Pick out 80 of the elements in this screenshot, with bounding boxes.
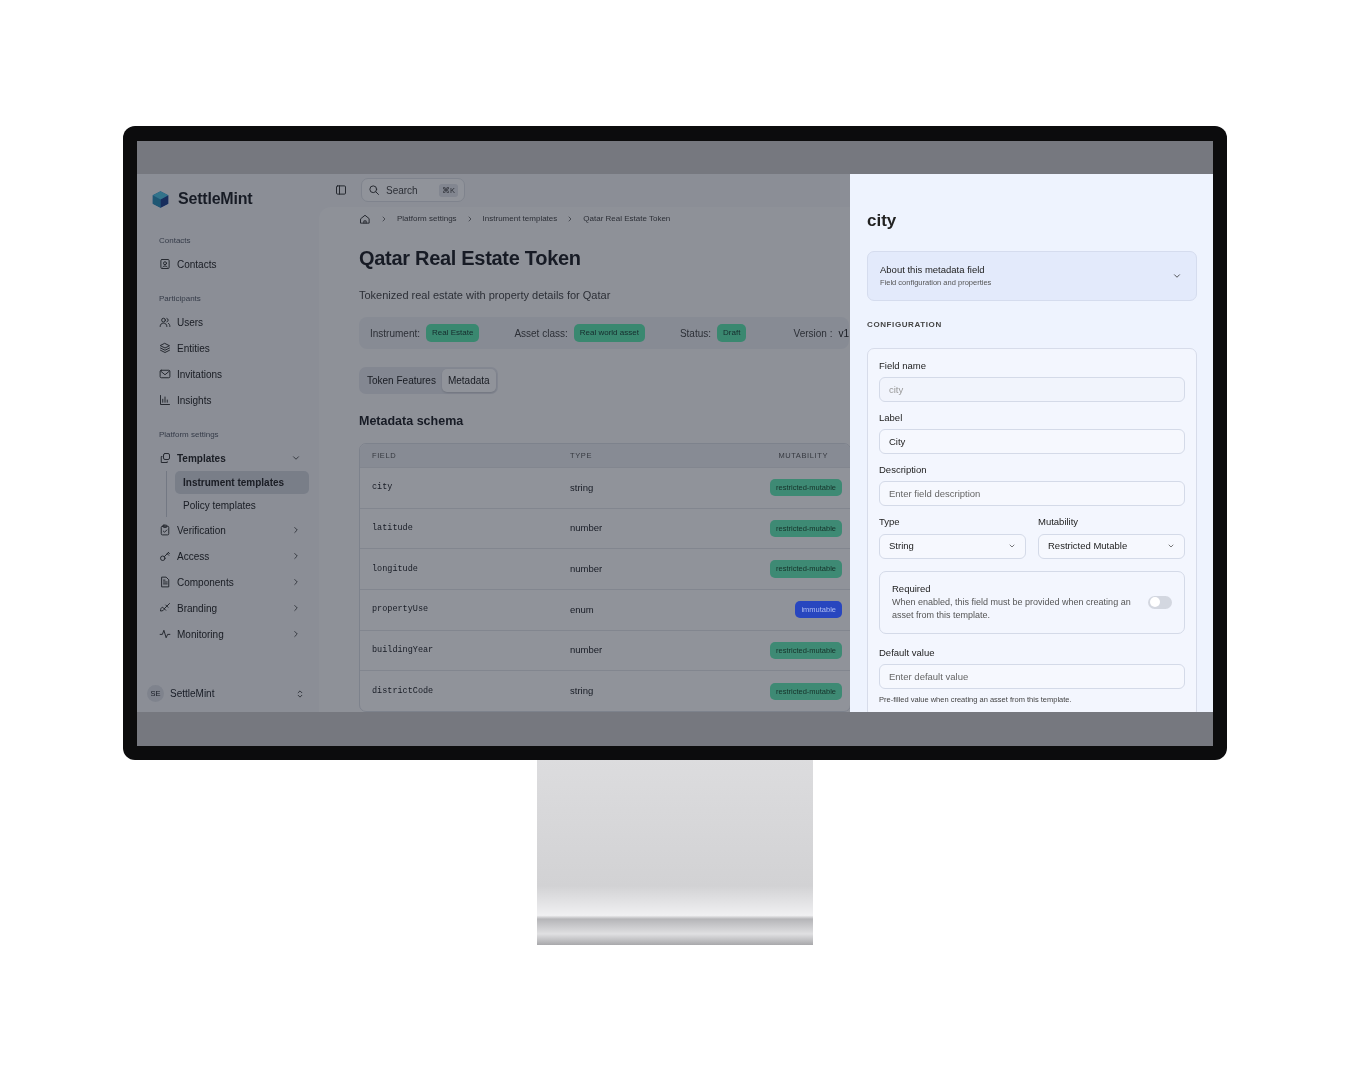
field-cell-text: districtCode	[372, 684, 435, 698]
select-field[interactable]: Restricted Mutable	[1038, 533, 1185, 559]
info-badge: Real world asset	[573, 324, 645, 343]
mail-icon	[159, 368, 171, 380]
section-heading: CONFIGURATION	[867, 318, 943, 331]
panel-title: city	[867, 210, 898, 232]
sidebar-item[interactable]: Entities	[151, 335, 309, 361]
section-heading: Contacts	[159, 235, 192, 247]
sidebar-item[interactable]: Monitoring	[151, 621, 309, 647]
sidebar-toggle-icon	[335, 184, 347, 197]
document-icon	[159, 576, 171, 588]
sidebar-item[interactable]: Contacts	[151, 251, 309, 277]
field-label: Default value	[879, 645, 936, 660]
toggle-label: Required	[892, 581, 932, 596]
breadcrumb-current: Qatar Real Estate Token	[583, 212, 671, 225]
page-title: Qatar Real Estate Token	[359, 245, 582, 271]
toggle-switch[interactable]	[1148, 595, 1172, 609]
org-name[interactable]: SettleMint	[170, 686, 215, 701]
section-heading: Participants	[159, 293, 202, 305]
info-label: Version :	[793, 326, 833, 341]
section-title: Metadata schema	[359, 413, 465, 431]
sidebar-item[interactable]: Branding	[151, 595, 309, 621]
bar-chart-icon	[159, 394, 171, 406]
field-label: Mutability	[1038, 515, 1080, 530]
brush-icon	[159, 602, 171, 614]
tab[interactable]: Metadata	[441, 369, 496, 393]
info-label: Instrument:	[370, 326, 421, 341]
input-field[interactable]: Enter default value	[879, 664, 1185, 689]
sidebar-item[interactable]: Access	[151, 543, 309, 569]
field-cell-text: longitude	[372, 562, 419, 576]
sidebar-subitem[interactable]: Policy templates	[175, 494, 309, 517]
info-value: v1	[838, 326, 849, 341]
clipboard-icon	[159, 524, 171, 536]
page-subtitle: Tokenized real estate with property details for Qatar	[359, 287, 612, 303]
field-cell-text: propertyUse	[372, 603, 430, 617]
info-badge: Draft	[717, 324, 747, 343]
key-icon	[159, 550, 171, 562]
info-badge: Real Estate	[426, 324, 480, 343]
field-cell-text: city	[372, 481, 394, 495]
input-field[interactable]: City	[879, 429, 1185, 454]
field-label: Description	[879, 463, 928, 477]
pulse-icon	[159, 628, 171, 640]
layers-icon	[159, 342, 171, 354]
type-cell-text: enum	[570, 602, 595, 617]
home-icon	[359, 212, 371, 225]
sidebar-item[interactable]: Verification	[151, 517, 309, 543]
toggle-description: When enabled, this field must be provided when creating an asset from this template.	[892, 595, 1132, 623]
sidebar-item[interactable]: Insights	[151, 387, 309, 413]
tab[interactable]: Token Features	[361, 369, 442, 393]
select-field[interactable]: String	[879, 533, 1026, 559]
type-cell-text: number	[570, 521, 604, 536]
type-cell-text: number	[570, 643, 604, 658]
section-heading: Platform settings	[159, 429, 220, 441]
breadcrumb-link[interactable]: Instrument templates	[482, 212, 558, 225]
field-label: Label	[879, 410, 904, 425]
input-field[interactable]: Enter field description	[879, 481, 1185, 507]
search-placeholder: Search	[386, 183, 418, 198]
accordion-title: About this metadata field	[880, 262, 986, 277]
type-cell-text: string	[570, 684, 595, 699]
sidebar-subitem[interactable]: Instrument templates	[175, 471, 309, 494]
users-icon	[159, 316, 171, 328]
breadcrumb-link[interactable]: Platform settings	[397, 212, 457, 225]
chevrons-icon	[295, 688, 305, 699]
field-cell-text: latitude	[372, 522, 414, 535]
sidebar-item[interactable]: Templates	[151, 445, 309, 471]
sidebar-item[interactable]: Components	[151, 569, 309, 595]
info-label: Status:	[679, 326, 712, 341]
info-label: Asset class:	[514, 326, 568, 341]
id-card-icon	[159, 258, 171, 270]
search-icon	[368, 184, 380, 197]
cube-logo-icon	[151, 189, 170, 209]
sidebar-item[interactable]: Users	[151, 309, 309, 335]
sidebar-item[interactable]: Invitations	[151, 361, 309, 387]
brand-name: SettleMint	[178, 189, 253, 209]
field-label: Type	[879, 515, 901, 530]
field-label: Field name	[879, 358, 927, 373]
copy-icon	[159, 452, 171, 464]
field-cell-text: buildingYear	[372, 644, 435, 657]
type-cell-text: number	[570, 561, 604, 576]
type-cell-text: string	[570, 480, 595, 495]
